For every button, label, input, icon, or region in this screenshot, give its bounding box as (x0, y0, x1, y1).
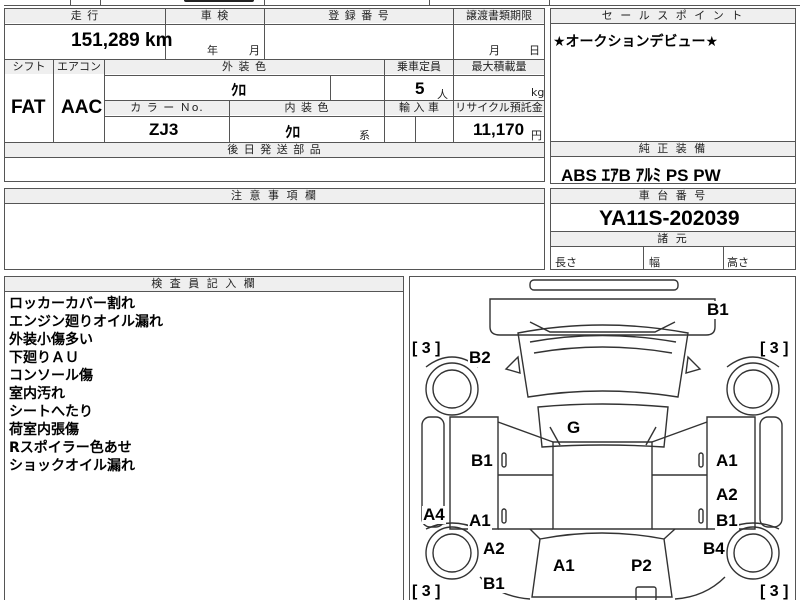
damage-map: [ 3 ] [ 3 ] [ 3 ] [ 3 ] B1 B2 G B1 A1 A2… (409, 276, 796, 600)
interior-color-value: ｸﾛ (285, 123, 301, 141)
genuine-equipment-box: 純 正 装 備 ABS ｴｱB ｱﾙﾐ PS PW (550, 141, 796, 185)
damage-label-b1: B1 (715, 511, 739, 530)
dimension-length-label: 長さ (555, 256, 577, 269)
max-load-header: 最大積載量 (454, 60, 544, 74)
transfer-deadline-header: 譲渡書類期限 (454, 9, 544, 23)
damage-label-a2: A2 (715, 485, 739, 504)
inspection-month-unit: 月 (249, 44, 260, 57)
damage-bracket: [ 3 ] (760, 583, 789, 600)
capacity-header: 乗車定員 (385, 60, 453, 74)
transfer-month-unit: 月 (489, 44, 500, 57)
damage-label-b4: B4 (702, 539, 726, 558)
color-no-header: カ ラ ー Ｎo. (105, 101, 229, 115)
sales-point-text: ★オークションデビュー★ (553, 34, 719, 50)
mileage-value: 151,289 (71, 30, 140, 51)
transfer-day-unit: 日 (529, 44, 540, 57)
top-strip (4, 0, 800, 6)
damage-bracket: [ 3 ] (760, 340, 789, 357)
later-parts-header: 後 日 発 送 部 品 (5, 143, 544, 157)
damage-label-a1: A1 (468, 511, 492, 530)
damage-label-b1: B1 (470, 451, 494, 470)
inspection-year-unit: 年 (207, 44, 218, 57)
top-strip-partial-text (184, 0, 254, 2)
notes-header: 注 意 事 項 欄 (5, 189, 544, 204)
damage-label-a1: A1 (552, 556, 576, 575)
inspector-note: コンソール傷 (9, 368, 93, 384)
damage-label-b2: B2 (468, 348, 492, 367)
shift-value: FAT (11, 97, 46, 118)
notes-box: 注 意 事 項 欄 (4, 188, 545, 270)
inspector-notes: ロッカーカバー割れ エンジン廻りオイル漏れ 外装小傷多い 下廻りＡＵ コンソール… (9, 295, 163, 475)
damage-bracket: [ 3 ] (412, 340, 441, 357)
damage-bracket: [ 3 ] (412, 583, 441, 600)
inspector-note: シートへたり (9, 404, 93, 420)
inspector-note: エンジン廻りオイル漏れ (9, 314, 163, 330)
inspector-note: 外装小傷多い (9, 332, 93, 348)
dimensions-header: 諸 元 (551, 232, 795, 247)
inspection-header: 車 検 (166, 9, 264, 23)
damage-label-a4: A4 (422, 505, 446, 524)
mileage-header: 走 行 (5, 9, 165, 23)
dimension-width-label: 幅 (649, 256, 660, 269)
import-header: 輸 入 車 (385, 101, 453, 115)
recycle-header: リサイクル預託金 (454, 101, 544, 115)
chassis-number: YA11S-202039 (599, 207, 740, 230)
car-diagram (421, 279, 783, 600)
aircon-header: エアコン (54, 60, 104, 74)
damage-label-g: G (566, 418, 582, 437)
interior-color-header: 内 装 色 (230, 101, 384, 115)
inspector-note: 室内汚れ (9, 386, 65, 402)
max-load-unit: kg (531, 86, 545, 99)
sales-point-box: セ ー ル ス ポ イ ン ト ★オークションデビュー★ (550, 8, 796, 142)
recycle-unit: 円 (531, 129, 542, 142)
damage-label-b1: B1 (706, 300, 730, 319)
inspector-note: 荷室内張傷 (9, 422, 79, 438)
chassis-box: 車 台 番 号 YA11S-202039 諸 元 長さ 幅 高さ (550, 188, 796, 270)
damage-label-b1: B1 (482, 574, 506, 593)
genuine-equipment-text: ABS ｴｱB ｱﾙﾐ PS PW (561, 166, 721, 185)
color-no-value: ZJ3 (149, 120, 179, 139)
aircon-value: AAC (61, 97, 103, 118)
registration-header: 登 録 番 号 (265, 9, 453, 23)
vehicle-info-table: 走 行 車 検 登 録 番 号 譲渡書類期限 151,289 km 年 月 月 … (4, 8, 545, 182)
mileage-unit: km (145, 30, 173, 51)
shift-header: シフト (5, 60, 53, 74)
inspector-note: 下廻りＡＵ (9, 350, 79, 366)
inspector-note: ロッカーカバー割れ (9, 296, 135, 312)
inspector-note: ショックオイル漏れ (9, 458, 135, 474)
inspector-box: 検 査 員 記 入 欄 ロッカーカバー割れ エンジン廻りオイル漏れ 外装小傷多い… (4, 276, 404, 600)
capacity-value: 5 (415, 79, 425, 98)
inspector-header: 検 査 員 記 入 欄 (5, 277, 403, 292)
chassis-header: 車 台 番 号 (551, 189, 795, 204)
damage-label-p2: P2 (630, 556, 653, 575)
inspector-note: Rスポイラー色あせ (9, 440, 132, 456)
recycle-value: 11,170 (473, 120, 525, 139)
damage-label-a1: A1 (715, 451, 739, 470)
genuine-equipment-header: 純 正 装 備 (551, 142, 795, 157)
damage-label-a2: A2 (482, 539, 506, 558)
sales-point-header: セ ー ル ス ポ イ ン ト (551, 9, 795, 24)
exterior-color-value: ｸﾛ (231, 81, 247, 99)
dimension-height-label: 高さ (727, 256, 749, 269)
interior-color-suffix: 系 (359, 129, 370, 142)
exterior-color-header: 外 装 色 (105, 60, 384, 74)
